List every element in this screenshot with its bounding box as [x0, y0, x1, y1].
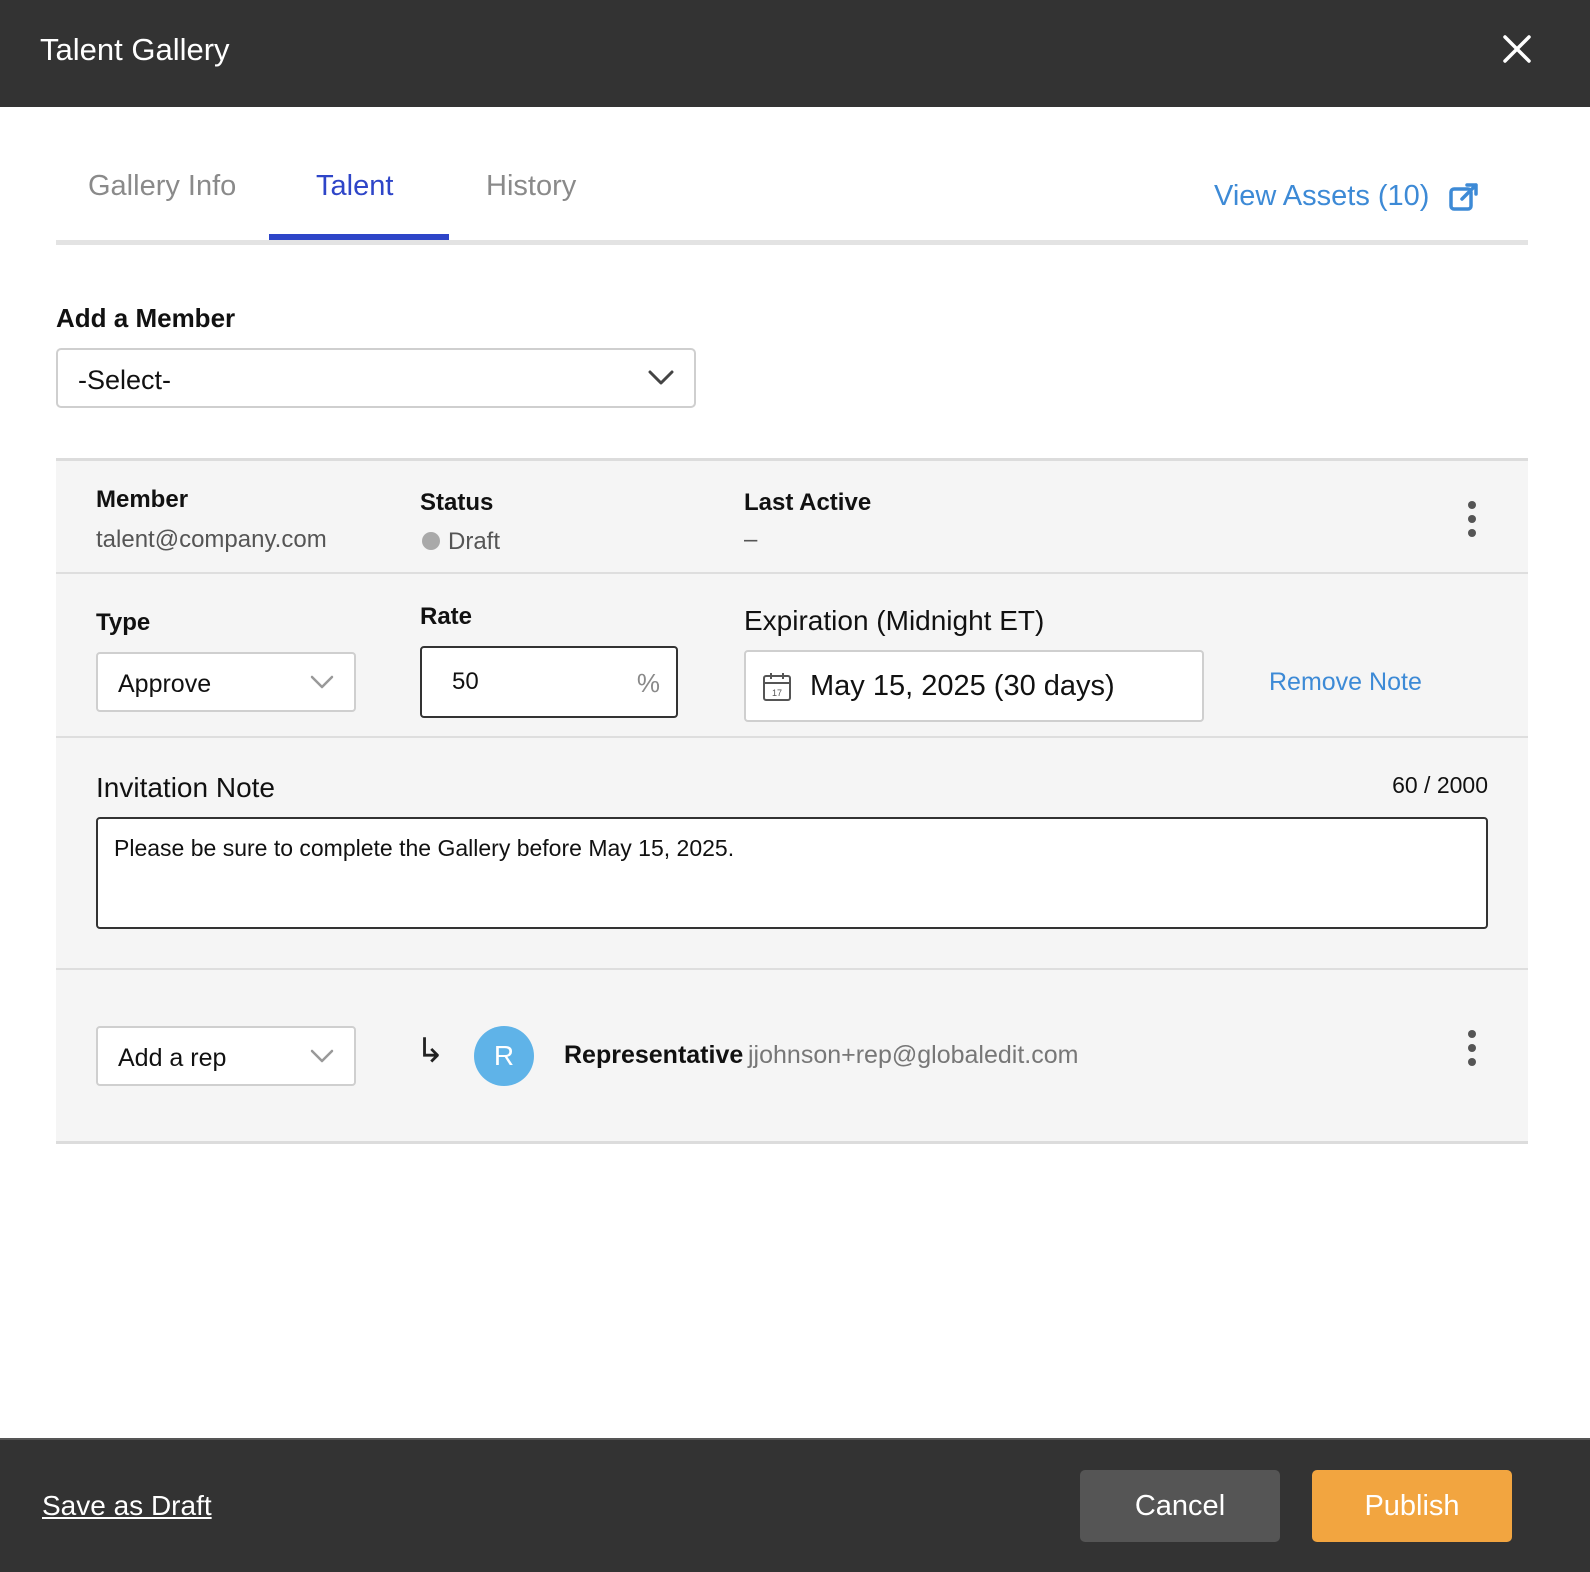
svg-text:17: 17: [772, 688, 782, 698]
tab-history[interactable]: History: [486, 170, 576, 203]
rate-input[interactable]: [452, 668, 602, 696]
tab-bar: Gallery Info Talent History View Assets …: [56, 150, 1528, 245]
status-dot: [422, 532, 440, 550]
subdirectory-arrow-icon: ↳: [416, 1032, 445, 1070]
expiration-date-picker[interactable]: 17 May 15, 2025 (30 days): [744, 650, 1204, 722]
status-column-label: Status: [420, 489, 494, 516]
status-badge: Draft: [448, 528, 501, 555]
member-column-label: Member: [96, 486, 189, 513]
close-icon[interactable]: [1500, 32, 1534, 66]
rep-role: Representative: [564, 1041, 744, 1069]
cancel-button[interactable]: Cancel: [1080, 1470, 1280, 1542]
tab-talent[interactable]: Talent: [316, 170, 393, 203]
invitation-note-char-count: 60 / 2000: [1392, 772, 1488, 798]
add-rep-select[interactable]: Add a rep: [96, 1026, 356, 1086]
member-email: talent@company.com: [96, 526, 327, 553]
rep-email: jjohnson+rep@globaledit.com: [748, 1041, 1079, 1069]
divider: [56, 736, 1528, 738]
add-member-select[interactable]: -Select-: [56, 348, 696, 408]
chevron-down-icon: [310, 1049, 334, 1063]
active-tab-indicator: [269, 234, 449, 240]
invitation-note-textarea[interactable]: Please be sure to complete the Gallery b…: [96, 817, 1488, 929]
rate-field[interactable]: %: [420, 646, 678, 718]
rep-more-options-icon[interactable]: [1462, 1028, 1482, 1068]
last-active-column-label: Last Active: [744, 489, 872, 516]
chevron-down-icon: [310, 675, 334, 689]
tab-gallery-info[interactable]: Gallery Info: [88, 170, 236, 203]
member-more-options-icon[interactable]: [1462, 499, 1482, 539]
rate-unit: %: [636, 668, 660, 698]
divider: [56, 968, 1528, 970]
remove-note-link[interactable]: Remove Note: [1269, 668, 1422, 697]
view-assets-link[interactable]: View Assets (10): [1214, 180, 1479, 213]
avatar: R: [474, 1026, 534, 1086]
chevron-down-icon: [648, 370, 674, 385]
dialog-footer: Save as Draft Cancel Publish: [0, 1438, 1590, 1572]
view-assets-label: View Assets (10): [1214, 180, 1430, 212]
divider: [56, 572, 1528, 574]
dialog-header: Talent Gallery: [0, 0, 1590, 107]
last-active-value: –: [744, 526, 758, 553]
expiration-label: Expiration (Midnight ET): [744, 605, 1045, 636]
type-select[interactable]: Approve: [96, 652, 356, 712]
type-selected-value: Approve: [118, 670, 212, 698]
add-member-selected-value: -Select-: [78, 365, 172, 395]
add-rep-selected-value: Add a rep: [118, 1044, 227, 1072]
save-as-draft-link[interactable]: Save as Draft: [42, 1490, 212, 1522]
calendar-icon: 17: [763, 673, 791, 701]
type-label: Type: [96, 609, 151, 636]
member-card: Member talent@company.com Status Draft L…: [56, 458, 1528, 1144]
invitation-note-label: Invitation Note: [96, 772, 275, 803]
add-member-label: Add a Member: [56, 303, 236, 333]
rate-label: Rate: [420, 603, 473, 630]
dialog-title: Talent Gallery: [40, 32, 230, 67]
publish-button[interactable]: Publish: [1312, 1470, 1512, 1542]
expiration-value: May 15, 2025 (30 days): [810, 670, 1115, 702]
external-link-icon: [1449, 182, 1479, 211]
